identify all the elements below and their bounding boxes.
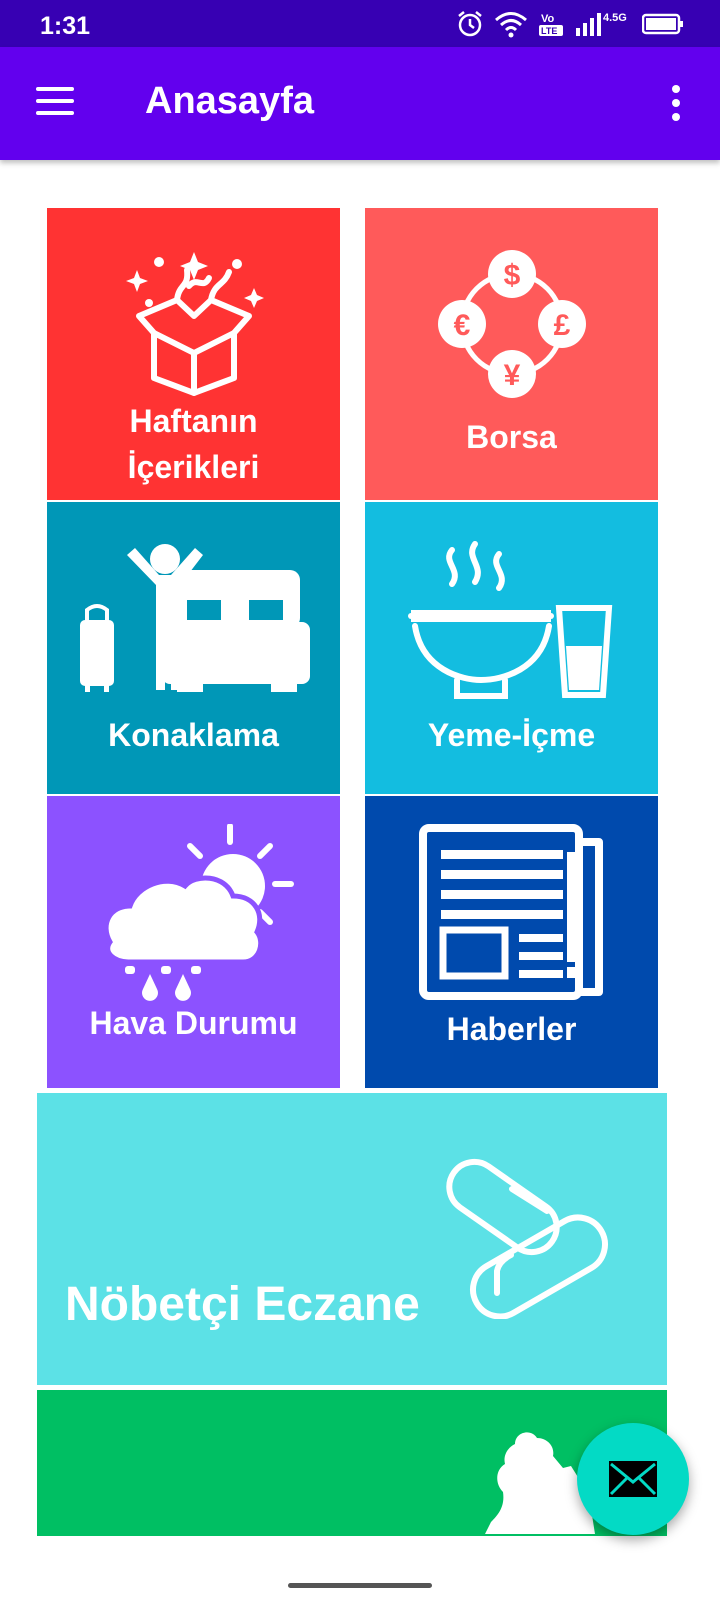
mail-icon	[609, 1461, 657, 1497]
tile-borsa[interactable]: $ € £ ¥ Borsa	[365, 208, 658, 500]
tile-label-nobetci-eczane: Nöbetçi Eczane	[65, 1278, 420, 1331]
tile-label-haberler: Haberler	[446, 1011, 577, 1047]
tile-label-weekly-line1: Haftanın	[129, 403, 258, 439]
tile-haberler[interactable]: Haberler	[365, 796, 658, 1088]
gesture-nav-handle[interactable]	[288, 1583, 432, 1588]
hotel-bed-icon	[80, 544, 310, 692]
tile-hava-durumu[interactable]: Hava Durumu	[47, 796, 340, 1088]
more-vert-icon[interactable]	[670, 85, 682, 121]
tile-label-weekly-line2: İçerikleri	[127, 449, 260, 485]
tile-nobetci-eczane[interactable]: Nöbetçi Eczane	[37, 1093, 667, 1385]
status-icons: Vo LTE 4.5G	[456, 10, 684, 38]
page-title: Anasayfa	[145, 80, 314, 122]
wifi-icon	[495, 12, 527, 38]
tile-konaklama[interactable]: Konaklama	[47, 502, 340, 794]
alarm-icon	[458, 11, 482, 37]
svg-text:Vo: Vo	[541, 13, 555, 25]
weather-icon	[103, 824, 294, 1001]
tile-weekly-content[interactable]: Haftanın İçerikleri	[47, 208, 340, 500]
app-bar: Anasayfa	[0, 47, 720, 160]
food-drink-icon	[408, 541, 613, 699]
newspaper-icon	[419, 824, 603, 1000]
svg-text:LTE: LTE	[541, 26, 557, 36]
pills-icon	[446, 1158, 608, 1319]
gift-box-icon	[126, 252, 264, 396]
tile-label-yeme-icme: Yeme-İçme	[427, 717, 596, 753]
tile-label-konaklama: Konaklama	[108, 717, 279, 753]
mail-fab-button[interactable]	[577, 1423, 689, 1535]
tile-green[interactable]	[37, 1390, 667, 1536]
status-bar: 1:31 Vo LTE 4.5G	[0, 0, 720, 47]
tile-label-hava-durumu: Hava Durumu	[89, 1005, 298, 1041]
hamburger-menu-icon[interactable]	[36, 85, 74, 117]
signal-icon: 4.5G	[576, 12, 627, 36]
currency-exchange-icon: $ € £ ¥	[438, 250, 586, 398]
network-type: 4.5G	[603, 12, 627, 24]
svg-text:£: £	[554, 309, 571, 342]
battery-icon	[642, 13, 683, 35]
tile-label-borsa: Borsa	[466, 419, 557, 455]
svg-text:¥: ¥	[504, 359, 521, 392]
tile-yeme-icme[interactable]: Yeme-İçme	[365, 502, 658, 794]
status-time: 1:31	[40, 12, 91, 40]
svg-text:€: €	[454, 309, 471, 342]
volte-icon: Vo LTE	[539, 13, 563, 36]
svg-text:$: $	[504, 259, 521, 292]
